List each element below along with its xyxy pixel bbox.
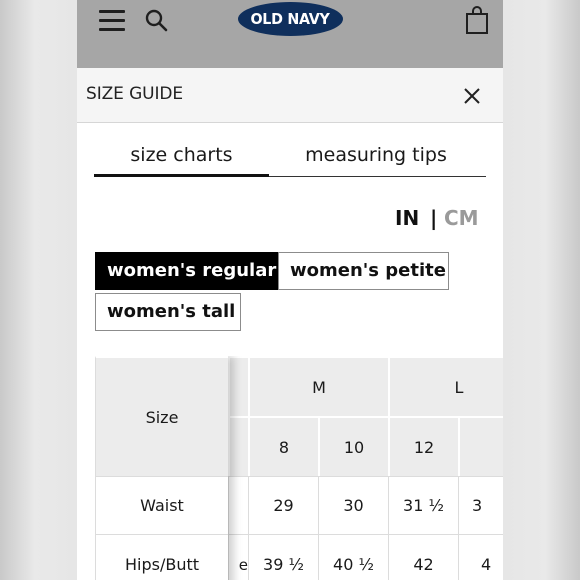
size-chart-table[interactable]: e M L 8 10 12 29 30 31 ½ 3 39 ½ 40 ½ 42 … <box>95 356 503 580</box>
numeric-size-header <box>458 416 503 476</box>
unit-in-option[interactable]: IN <box>395 206 419 230</box>
size-chart-scroll-area[interactable]: e M L 8 10 12 29 30 31 ½ 3 39 ½ 40 ½ 42 … <box>95 356 503 580</box>
size-guide-title: SIZE GUIDE <box>86 84 184 104</box>
table-cell: 4 <box>458 534 503 580</box>
table-header-cell <box>228 356 248 416</box>
numeric-size-header: 10 <box>318 416 388 476</box>
close-icon[interactable] <box>463 87 481 105</box>
bag-icon[interactable] <box>465 5 489 35</box>
table-cell: 29 <box>248 476 318 534</box>
tab-size-charts[interactable]: size charts <box>94 140 269 177</box>
table-cell: 39 ½ <box>248 534 318 580</box>
table-cell: 30 <box>318 476 388 534</box>
tab-measuring-tips[interactable]: measuring tips <box>274 140 478 174</box>
fit-womens-tall-button[interactable]: women's tall <box>95 293 241 331</box>
table-cell: 42 <box>388 534 458 580</box>
top-nav-bar: OLD NAVY <box>77 0 503 68</box>
table-cell: 40 ½ <box>318 534 388 580</box>
fit-womens-petite-button[interactable]: women's petite <box>278 252 449 290</box>
logo-text: OLD NAVY <box>250 10 331 28</box>
old-navy-logo[interactable]: OLD NAVY <box>238 2 343 36</box>
size-guide-bar: SIZE GUIDE <box>77 68 503 123</box>
table-cell-partial <box>228 416 248 476</box>
fit-womens-regular-button[interactable]: women's regular <box>95 252 278 290</box>
menu-icon[interactable] <box>99 9 125 31</box>
frozen-row-header-column: Size Waist Hips/Butt <box>95 356 228 580</box>
table-cell-partial <box>228 476 248 534</box>
unit-cm-option[interactable]: CM <box>444 206 479 230</box>
row-header-size: Size <box>95 356 228 476</box>
table-cell: 31 ½ <box>388 476 458 534</box>
row-header-waist: Waist <box>95 476 228 534</box>
search-icon[interactable] <box>144 8 168 32</box>
phone-screen: OLD NAVY SIZE GUIDE size charts measurin… <box>77 0 503 580</box>
size-group-header: M <box>248 356 388 416</box>
unit-separator: | <box>430 206 438 230</box>
table-cell: 3 <box>458 476 503 534</box>
size-guide-tabs: size charts measuring tips <box>94 140 486 177</box>
size-group-header: L <box>388 356 503 416</box>
numeric-size-header: 8 <box>248 416 318 476</box>
row-header-hips: Hips/Butt <box>95 534 228 580</box>
table-cell-partial-text: e <box>228 534 248 580</box>
numeric-size-header: 12 <box>388 416 458 476</box>
